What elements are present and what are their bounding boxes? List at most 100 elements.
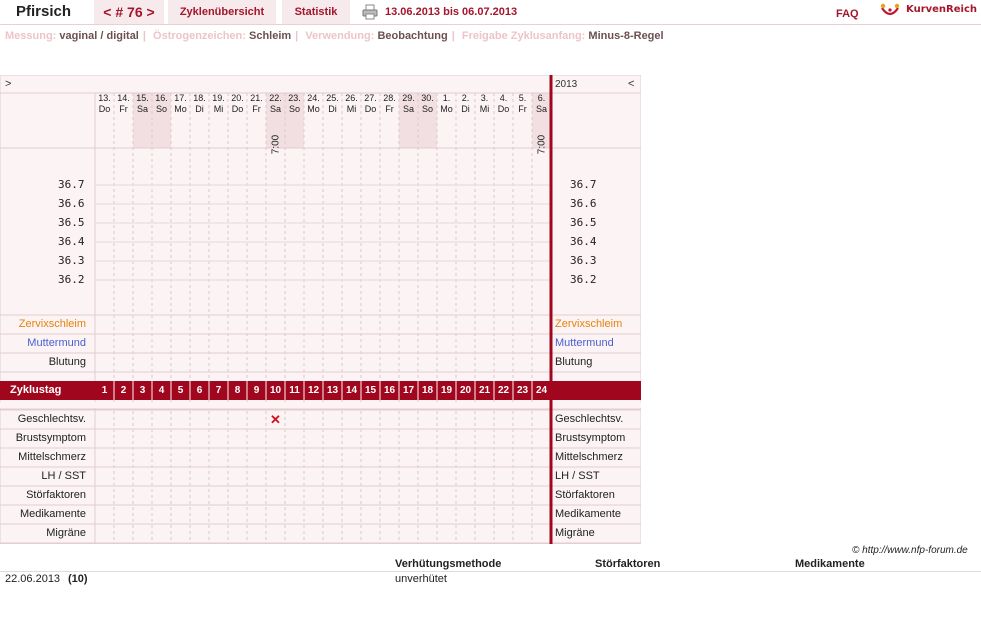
column-header: Störfaktoren xyxy=(595,558,661,570)
day-header: 18. Di xyxy=(190,93,209,115)
day-header: 19. Mi xyxy=(209,93,228,115)
day-date: 13. xyxy=(98,93,111,103)
cycle-day-number: 20 xyxy=(459,385,472,396)
day-date: 15. xyxy=(136,93,149,103)
row-label-right[interactable]: Geschlechtsv. xyxy=(555,410,641,429)
temperature-tick-right: 36.3 xyxy=(570,254,597,267)
day-date: 18. xyxy=(193,93,206,103)
cycle-day-number: 1 xyxy=(101,385,108,396)
row-label-right[interactable]: Störfaktoren xyxy=(555,486,641,505)
cycle-day-label: Zyklustag xyxy=(10,384,62,396)
chart-next-button[interactable]: < xyxy=(628,75,634,94)
cycle-navigation-button[interactable]: < # 76 > xyxy=(94,0,164,24)
temperature-tick-right: 36.6 xyxy=(570,197,597,210)
cycle-day-number: 10 xyxy=(269,385,282,396)
day-header: 13. Do xyxy=(95,93,114,115)
day-date: 2. xyxy=(461,93,470,103)
day-date: 26. xyxy=(345,93,358,103)
app-title: Pfirsich xyxy=(16,3,72,20)
day-header: 2. Di xyxy=(456,93,475,115)
cycle-day-number: 19 xyxy=(440,385,453,396)
column-header: Verhütungsmethode xyxy=(395,558,502,570)
temperature-tick-right: 36.7 xyxy=(570,178,597,191)
tab-statistik[interactable]: Statistik xyxy=(282,0,350,24)
kurvenreich-logo-icon[interactable] xyxy=(880,2,900,20)
tab-zyklenuebersicht[interactable]: Zyklenübersicht xyxy=(168,0,276,24)
day-date: 3. xyxy=(480,93,489,103)
row-label-left[interactable]: Störfaktoren xyxy=(0,486,86,505)
day-header: 1. Mo xyxy=(437,93,456,115)
day-weekday: Di xyxy=(461,104,470,114)
row-label-left[interactable]: Medikamente xyxy=(0,505,86,524)
day-date: 23. xyxy=(288,93,301,103)
day-header: 20. Do xyxy=(228,93,247,115)
setting-value: vaginal / digital xyxy=(59,30,139,42)
cycle-day-number: 9 xyxy=(253,385,260,396)
day-weekday: Sa xyxy=(535,104,547,114)
cycle-day-number: 22 xyxy=(497,385,510,396)
row-label-right[interactable]: Mittelschmerz xyxy=(555,448,641,467)
cycle-day-number: 24 xyxy=(535,385,548,396)
copyright: © http://www.nfp-forum.de xyxy=(852,545,968,556)
day-weekday: Mi xyxy=(213,104,224,114)
cycle-day-number: 2 xyxy=(120,385,127,396)
settings-summary: Messung: vaginal / digital | Östrogenzeic… xyxy=(5,30,664,42)
row-label-left[interactable]: Geschlechtsv. xyxy=(0,410,86,429)
day-header: 28. Fr xyxy=(380,93,399,115)
cycle-day-number: 15 xyxy=(364,385,377,396)
day-header: 3. Mi xyxy=(475,93,494,115)
cycle-day-number: 6 xyxy=(196,385,203,396)
row-label-left[interactable]: LH / SST xyxy=(0,467,86,486)
day-date: 19. xyxy=(212,93,225,103)
day-weekday: Sa xyxy=(402,104,414,114)
day-date: 16. xyxy=(155,93,168,103)
row-label-right[interactable]: Medikamente xyxy=(555,505,641,524)
setting-key: Östrogenzeichen: xyxy=(153,30,246,42)
row-label-right[interactable]: Brustsymptom xyxy=(555,429,641,448)
day-header: 24. Mo xyxy=(304,93,323,115)
day-header: 21. Fr xyxy=(247,93,266,115)
temperature-tick-left: 36.5 xyxy=(58,216,85,229)
day-weekday: Fr xyxy=(119,104,128,114)
row-label-right: Blutung xyxy=(555,356,593,368)
day-header: 6. Sa xyxy=(532,93,551,115)
row-label-right: Zervixschleim xyxy=(555,318,623,330)
row-label-right[interactable]: Migräne xyxy=(555,524,641,543)
day-weekday: Mo xyxy=(440,104,453,114)
row-label-left[interactable]: Mittelschmerz xyxy=(0,448,86,467)
day-weekday: Do xyxy=(364,104,377,114)
day-header: 26. Mi xyxy=(342,93,361,115)
notes-table-header: Verhütungsmethode Störfaktoren Medikamen… xyxy=(0,557,981,572)
row-label-right[interactable]: LH / SST xyxy=(555,467,641,486)
day-weekday: Mo xyxy=(174,104,187,114)
day-weekday: Fr xyxy=(385,104,394,114)
setting-key: Freigabe Zyklusanfang: xyxy=(461,30,586,42)
printer-icon[interactable] xyxy=(362,4,378,20)
day-weekday: So xyxy=(155,104,167,114)
day-weekday: Fr xyxy=(518,104,527,114)
day-header: 17. Mo xyxy=(171,93,190,115)
date-range: 13.06.2013 bis 06.07.2013 xyxy=(385,6,518,18)
day-date: 25. xyxy=(326,93,339,103)
cycle-day-number: 16 xyxy=(383,385,396,396)
cycle-day-number: 14 xyxy=(345,385,358,396)
day-date: 30. xyxy=(421,93,434,103)
measurement-time-text: 7:00 xyxy=(536,134,548,155)
year-label: 2013 xyxy=(555,79,578,90)
setting-value: Schleim xyxy=(248,30,292,42)
faq-link[interactable]: FAQ xyxy=(836,2,859,26)
day-date: 27. xyxy=(364,93,377,103)
temperature-tick-left: 36.4 xyxy=(58,235,85,248)
row-label-left[interactable]: Brustsymptom xyxy=(0,429,86,448)
row-label-right: Muttermund xyxy=(555,337,614,349)
day-date: 20. xyxy=(231,93,244,103)
setting-value: Beobachtung xyxy=(377,30,448,42)
chart-prev-button[interactable]: > xyxy=(5,75,11,94)
brand-name[interactable]: KurvenReich xyxy=(906,0,977,22)
row-label-left[interactable]: Migräne xyxy=(0,524,86,543)
day-date: 4. xyxy=(499,93,508,103)
cycle-day-number: 7 xyxy=(215,385,222,396)
day-date: 17. xyxy=(174,93,187,103)
measurement-time: 7:00 xyxy=(266,125,285,165)
cycle-day-number: 5 xyxy=(177,385,184,396)
